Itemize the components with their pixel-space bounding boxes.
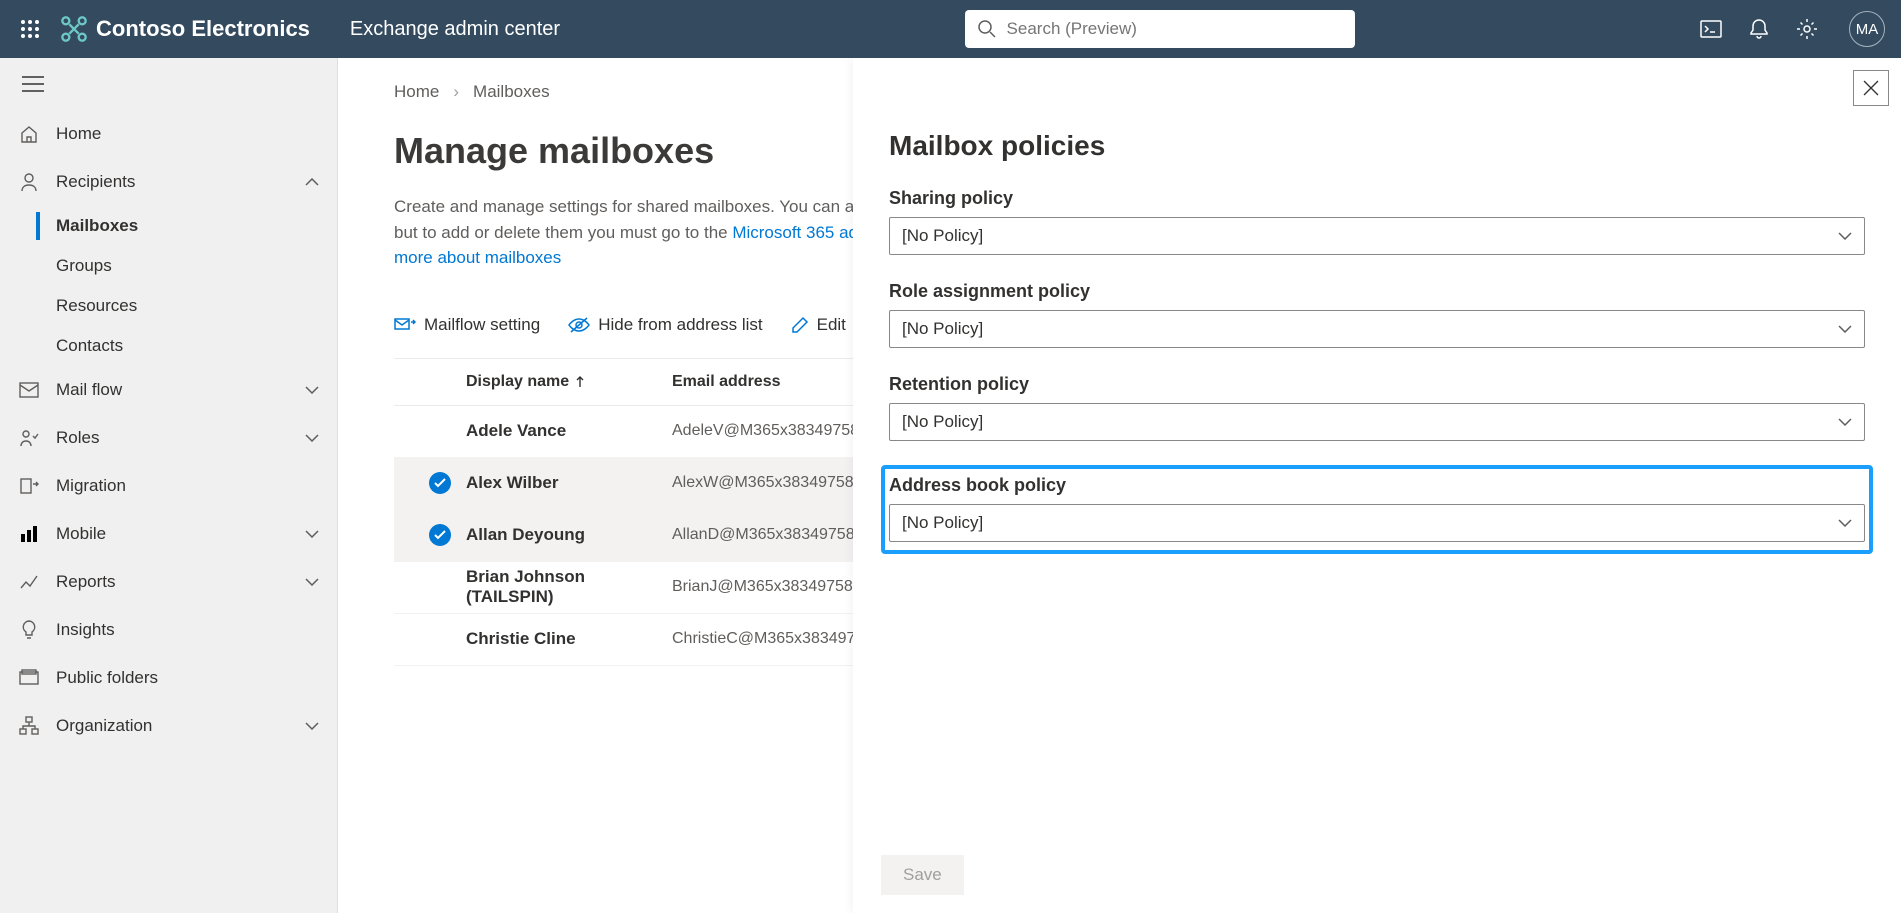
nav-label: Organization [56, 716, 152, 736]
chevron-down-icon [305, 434, 319, 442]
reports-icon [18, 572, 40, 592]
nav-label: Migration [56, 476, 126, 496]
nav-label: Reports [56, 572, 116, 592]
insights-icon [18, 620, 40, 640]
edit-button[interactable]: Edit [791, 315, 846, 335]
edit-icon [791, 316, 809, 334]
settings-icon[interactable] [1795, 17, 1819, 41]
nav-mailflow[interactable]: Mail flow [0, 366, 337, 414]
hide-addresslist-button[interactable]: Hide from address list [568, 315, 762, 335]
row-checkbox[interactable] [414, 472, 466, 494]
nav-home[interactable]: Home [0, 110, 337, 158]
chevron-down-icon [1838, 232, 1852, 240]
migration-icon [18, 476, 40, 496]
col-displayname[interactable]: Display name [466, 373, 672, 391]
row-name: Alex Wilber [466, 473, 672, 493]
nav-publicfolders[interactable]: Public folders [0, 654, 337, 702]
nav-label: Insights [56, 620, 115, 640]
chevron-up-icon [305, 178, 319, 186]
close-icon [1863, 80, 1879, 96]
search-box[interactable] [965, 10, 1355, 48]
sharing-policy-select[interactable]: [No Policy] [889, 217, 1865, 255]
field-sharing-policy: Sharing policy [No Policy] [889, 188, 1865, 255]
chevron-down-icon [1838, 325, 1852, 333]
search-icon [977, 19, 997, 39]
nav-label: Recipients [56, 172, 135, 192]
mailflow-icon [394, 316, 416, 334]
hamburger-icon[interactable] [22, 76, 44, 92]
mail-icon [18, 382, 40, 398]
chevron-down-icon [305, 530, 319, 538]
chevron-down-icon [305, 722, 319, 730]
addressbook-policy-select[interactable]: [No Policy] [889, 504, 1865, 542]
nav-recipients[interactable]: Recipients [0, 158, 337, 206]
chevron-down-icon [305, 578, 319, 586]
nav-contacts[interactable]: Contacts [34, 326, 337, 366]
flyout-title: Mailbox policies [889, 130, 1865, 162]
roles-icon [18, 428, 40, 448]
product-name: Exchange admin center [350, 18, 560, 41]
row-checkbox[interactable] [414, 524, 466, 546]
nav-label: Mail flow [56, 380, 122, 400]
nav-resources[interactable]: Resources [34, 286, 337, 326]
cloud-shell-icon[interactable] [1699, 17, 1723, 41]
col-email[interactable]: Email address [672, 373, 781, 391]
row-name: Adele Vance [466, 421, 672, 441]
drone-icon [60, 15, 88, 43]
nav-reports[interactable]: Reports [0, 558, 337, 606]
breadcrumb-current: Mailboxes [473, 82, 550, 102]
breadcrumb-home[interactable]: Home [394, 82, 439, 102]
retention-policy-label: Retention policy [889, 374, 1865, 395]
mailflow-setting-button[interactable]: Mailflow setting [394, 315, 540, 335]
role-policy-label: Role assignment policy [889, 281, 1865, 302]
addressbook-policy-label: Address book policy [889, 475, 1865, 496]
app-launcher-icon[interactable] [10, 9, 50, 49]
home-icon [18, 124, 40, 144]
user-avatar[interactable]: MA [1849, 11, 1885, 47]
nav-label: Home [56, 124, 101, 144]
row-name: Allan Deyoung [466, 525, 672, 545]
nav-roles[interactable]: Roles [0, 414, 337, 462]
retention-policy-select[interactable]: [No Policy] [889, 403, 1865, 441]
folder-icon [18, 669, 40, 687]
row-name: Christie Cline [466, 629, 672, 649]
save-button[interactable]: Save [881, 855, 964, 895]
nav-label: Roles [56, 428, 99, 448]
nav-groups[interactable]: Groups [34, 246, 337, 286]
chevron-down-icon [1838, 418, 1852, 426]
nav-organization[interactable]: Organization [0, 702, 337, 750]
nav-insights[interactable]: Insights [0, 606, 337, 654]
nav-mobile[interactable]: Mobile [0, 510, 337, 558]
search-input[interactable] [1007, 19, 1343, 39]
close-button[interactable] [1853, 70, 1889, 106]
row-name: Brian Johnson (TAILSPIN) [466, 567, 672, 607]
org-logo[interactable]: Contoso Electronics [60, 15, 310, 43]
nav-migration[interactable]: Migration [0, 462, 337, 510]
mobile-icon [18, 524, 40, 544]
chevron-down-icon [1838, 519, 1852, 527]
chevron-down-icon [305, 386, 319, 394]
field-role-policy: Role assignment policy [No Policy] [889, 281, 1865, 348]
hide-icon [568, 317, 590, 333]
org-name: Contoso Electronics [96, 16, 310, 42]
main-content: Home › Mailboxes Manage mailboxes Create… [338, 58, 1901, 913]
mailbox-policies-panel: Mailbox policies Sharing policy [No Poli… [853, 58, 1901, 913]
person-icon [18, 172, 40, 192]
app-header: Contoso Electronics Exchange admin cente… [0, 0, 1901, 58]
sort-asc-icon [575, 376, 585, 388]
chevron-right-icon: › [453, 82, 459, 102]
nav-label: Public folders [56, 668, 158, 688]
field-retention-policy: Retention policy [No Policy] [889, 374, 1865, 441]
nav-mailboxes[interactable]: Mailboxes [34, 206, 337, 246]
nav-label: Mobile [56, 524, 106, 544]
role-policy-select[interactable]: [No Policy] [889, 310, 1865, 348]
org-icon [18, 716, 40, 736]
field-addressbook-policy: Address book policy [No Policy] [883, 467, 1871, 552]
nav-sidebar: Home Recipients Mailboxes Groups Resourc… [0, 58, 338, 913]
sharing-policy-label: Sharing policy [889, 188, 1865, 209]
notifications-icon[interactable] [1747, 17, 1771, 41]
